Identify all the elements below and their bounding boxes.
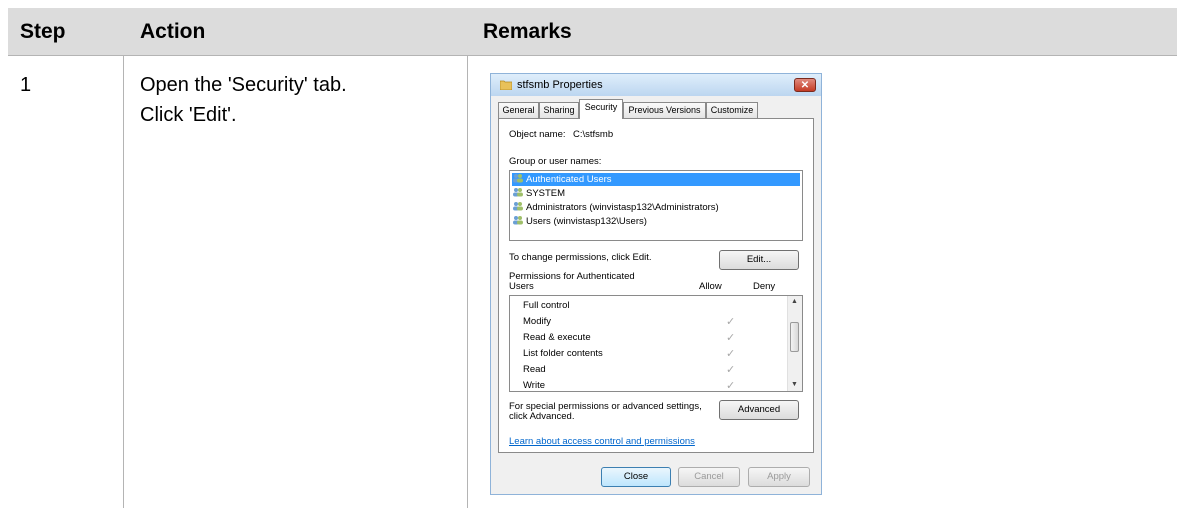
folder-icon — [500, 80, 512, 90]
allow-check-icon: ✓ — [726, 364, 736, 376]
cancel-button[interactable]: Cancel — [678, 467, 740, 487]
tab-general[interactable]: General — [498, 102, 539, 118]
users-icon — [513, 216, 523, 225]
users-icon — [513, 174, 523, 183]
object-name-value: C:\stfsmb — [573, 129, 614, 140]
user-list[interactable]: Authenticated Users SYSTEM Administrator… — [509, 170, 803, 241]
allow-check-icon: ✓ — [726, 380, 736, 392]
deny-header: Deny — [753, 281, 776, 292]
header-action: Action — [140, 20, 206, 43]
permission-row: Read ✓ — [523, 362, 793, 378]
header-divider — [8, 55, 1177, 56]
user-label: SYSTEM — [526, 188, 566, 199]
allow-header: Allow — [699, 281, 722, 292]
permission-name: Read — [523, 364, 546, 375]
column-divider-1 — [123, 55, 124, 508]
tab-previous-versions[interactable]: Previous Versions — [623, 102, 706, 118]
dialog-title: stfsmb Properties — [517, 79, 603, 91]
users-icon — [513, 202, 523, 211]
tab-security[interactable]: Security — [579, 99, 623, 119]
action-line-1: Open the 'Security' tab. — [140, 74, 347, 96]
advanced-button[interactable]: Advanced — [719, 400, 799, 420]
permission-name: Full control — [523, 300, 570, 311]
permission-name: Write — [523, 380, 545, 391]
object-name-label: Object name: — [509, 129, 566, 140]
header-remarks: Remarks — [483, 20, 572, 43]
user-item-system[interactable]: SYSTEM — [512, 187, 800, 200]
user-item-administrators[interactable]: Administrators (winvistasp132\Administra… — [512, 201, 800, 214]
step-number: 1 — [20, 74, 32, 96]
action-line-2: Click 'Edit'. — [140, 104, 237, 126]
permission-row: Read & execute ✓ — [523, 330, 793, 346]
user-label: Users (winvistasp132\Users) — [526, 216, 647, 227]
column-divider-2 — [467, 55, 468, 508]
permissions-list[interactable]: Full control Modify ✓ Read & execute ✓ Lis… — [509, 295, 803, 392]
apply-button[interactable]: Apply — [748, 467, 810, 487]
close-icon[interactable]: ✕ — [794, 78, 816, 92]
permission-row: Modify ✓ — [523, 314, 793, 330]
user-label: Authenticated Users — [526, 174, 612, 185]
table-header: Step Action Remarks — [8, 8, 1177, 55]
users-icon — [513, 188, 523, 197]
scroll-down-icon[interactable]: ▼ — [791, 381, 798, 388]
permission-name: Modify — [523, 316, 551, 327]
header-step: Step — [20, 20, 66, 43]
allow-check-icon: ✓ — [726, 316, 736, 328]
permissions-scrollbar[interactable]: ▲ ▼ — [787, 296, 802, 391]
user-item-authenticated[interactable]: Authenticated Users — [512, 173, 800, 186]
tab-sharing[interactable]: Sharing — [539, 102, 579, 118]
permission-name: List folder contents — [523, 348, 603, 359]
change-permissions-text: To change permissions, click Edit. — [509, 252, 652, 263]
edit-button[interactable]: Edit... — [719, 250, 799, 270]
permissions-for-line2: Users — [509, 281, 534, 292]
permission-row: List folder contents ✓ — [523, 346, 793, 362]
user-item-users[interactable]: Users (winvistasp132\Users) — [512, 215, 800, 228]
scrollbar-thumb[interactable] — [790, 322, 799, 352]
tab-customize[interactable]: Customize — [706, 102, 758, 118]
special-permissions-line2: click Advanced. — [509, 411, 575, 422]
learn-more-link[interactable]: Learn about access control and permissio… — [509, 436, 695, 447]
user-label: Administrators (winvistasp132\Administra… — [526, 202, 719, 213]
permission-row: Full control — [523, 298, 793, 314]
group-label: Group or user names: — [509, 156, 602, 167]
properties-dialog: stfsmb Properties ✕ General Sharing Secu… — [490, 73, 822, 495]
dialog-titlebar[interactable]: stfsmb Properties ✕ — [491, 74, 821, 96]
scroll-up-icon[interactable]: ▲ — [791, 298, 798, 305]
allow-check-icon: ✓ — [726, 348, 736, 360]
allow-check-icon: ✓ — [726, 332, 736, 344]
permission-name: Read & execute — [523, 332, 591, 343]
permission-row: Write ✓ — [523, 378, 793, 392]
close-button[interactable]: Close — [601, 467, 671, 487]
